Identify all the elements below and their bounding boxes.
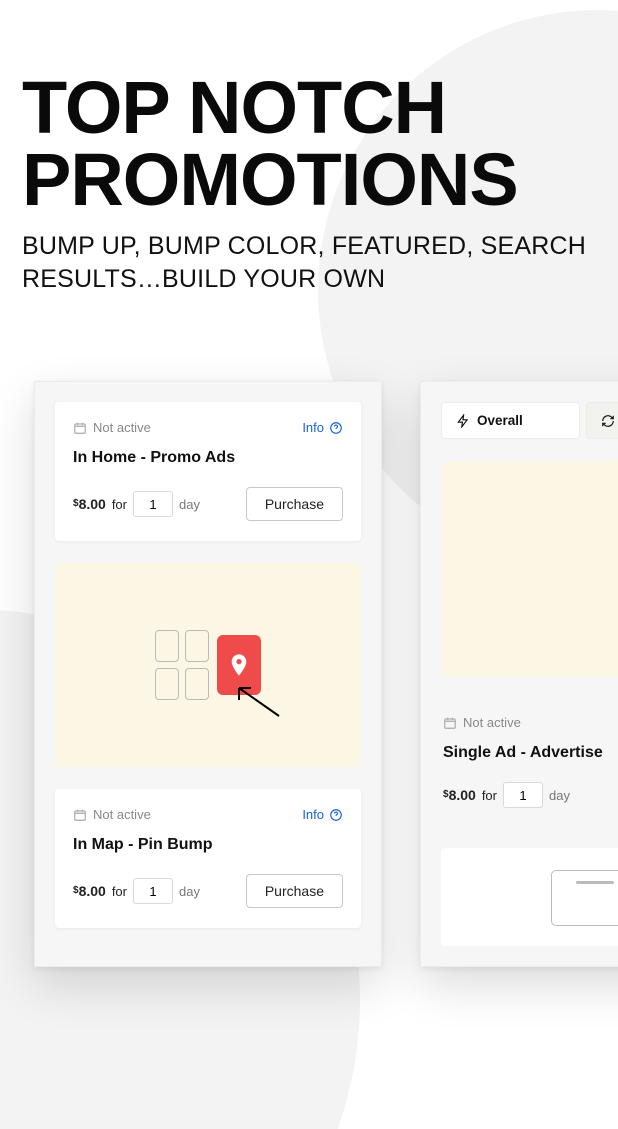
amount: 8.00 — [79, 883, 106, 899]
hero: TOP NOTCH PROMOTIONS BUMP UP, BUMP COLOR… — [0, 0, 618, 297]
screenshots-stage: Not active Info In Home - Promo Ads $8.0… — [0, 381, 618, 1021]
tabs: Overall Promotion — [441, 402, 618, 439]
unit-label: day — [179, 884, 200, 899]
quantity-stepper[interactable] — [133, 491, 173, 517]
status-text: Not active — [463, 715, 521, 730]
promo-card-in-map: Not active Info In Map - Pin Bump $8.00 … — [55, 789, 361, 928]
single-ad-illustration — [441, 461, 618, 677]
page-title: TOP NOTCH PROMOTIONS — [22, 72, 596, 216]
quantity-stepper[interactable] — [133, 878, 173, 904]
price-row: $8.00 for day Purchase — [73, 874, 343, 908]
card-header: Not active Info — [73, 420, 343, 435]
calendar-icon — [73, 421, 87, 435]
info-link[interactable]: Info — [302, 420, 343, 435]
info-label: Info — [302, 807, 324, 822]
currency: $ — [443, 789, 449, 800]
panel-right: Overall Promotion — [420, 381, 618, 967]
card-title: In Home - Promo Ads — [73, 449, 343, 467]
unit-label: day — [549, 788, 570, 803]
price: $8.00 — [443, 787, 476, 803]
status-text: Not active — [93, 420, 151, 435]
card-header: Not active Info — [73, 807, 343, 822]
help-icon — [329, 808, 343, 822]
status-badge: Not active — [443, 715, 521, 730]
price-row: $8.00 for day — [441, 782, 618, 808]
card-title: Single Ad - Advertise — [441, 744, 618, 762]
card-title: In Map - Pin Bump — [73, 836, 343, 854]
price-controls: $8.00 for day — [443, 782, 570, 808]
window-icon — [551, 870, 618, 926]
info-label: Info — [302, 420, 324, 435]
refresh-icon — [601, 414, 615, 428]
currency: $ — [73, 498, 79, 509]
mini-cell — [185, 668, 209, 700]
amount: 8.00 — [79, 496, 106, 512]
price-controls: $8.00 for day — [73, 878, 200, 904]
mini-cell — [155, 668, 179, 700]
mini-cell — [155, 630, 179, 662]
calendar-icon — [73, 808, 87, 822]
purchase-button[interactable]: Purchase — [246, 487, 343, 521]
purchase-button[interactable]: Purchase — [246, 874, 343, 908]
price-row: $8.00 for day Purchase — [73, 487, 343, 521]
calendar-icon — [443, 716, 457, 730]
for-label: for — [482, 788, 497, 803]
tab-promotion[interactable]: Promotion — [586, 402, 618, 439]
amount: 8.00 — [449, 787, 476, 803]
info-link[interactable]: Info — [302, 807, 343, 822]
pin-bump-illustration — [55, 563, 361, 767]
cursor-arrow-icon — [235, 684, 281, 718]
price: $8.00 — [73, 496, 106, 512]
quantity-stepper[interactable] — [503, 782, 543, 808]
page-title-line1: TOP NOTCH — [22, 66, 446, 149]
map-pin-icon — [231, 654, 247, 676]
mini-grid — [155, 630, 209, 700]
for-label: for — [112, 497, 127, 512]
unit-label: day — [179, 497, 200, 512]
help-icon — [329, 421, 343, 435]
mini-cell — [185, 630, 209, 662]
lightning-icon — [456, 414, 470, 428]
panel-left: Not active Info In Home - Promo Ads $8.0… — [34, 381, 382, 967]
page-subtitle: BUMP UP, BUMP COLOR, FEATURED, SEARCH RE… — [22, 230, 596, 298]
tab-label: Overall — [477, 413, 523, 428]
price: $8.00 — [73, 883, 106, 899]
price-controls: $8.00 for day — [73, 491, 200, 517]
page-title-line2: PROMOTIONS — [22, 138, 518, 221]
status-text: Not active — [93, 807, 151, 822]
promo-card-single-ad: Not active Single Ad - Advertise $8.00 f… — [441, 699, 618, 826]
browser-illustration — [441, 848, 618, 946]
currency: $ — [73, 885, 79, 896]
for-label: for — [112, 884, 127, 899]
status-badge: Not active — [73, 807, 151, 822]
status-badge: Not active — [73, 420, 151, 435]
promo-card-in-home: Not active Info In Home - Promo Ads $8.0… — [55, 402, 361, 541]
card-header: Not active — [441, 715, 618, 730]
tab-overall[interactable]: Overall — [441, 402, 580, 439]
